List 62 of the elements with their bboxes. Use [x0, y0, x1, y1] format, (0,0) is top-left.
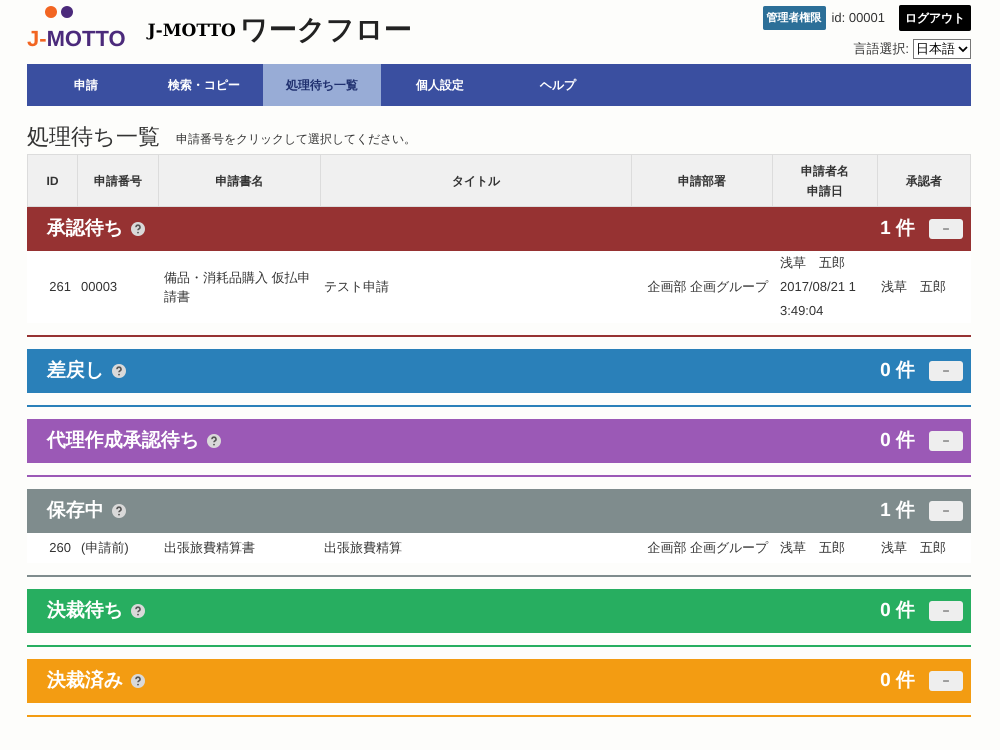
collapse-button[interactable]: − [929, 501, 963, 521]
collapse-button[interactable]: − [929, 671, 963, 691]
help-icon[interactable] [131, 604, 145, 618]
column-header: 申請番号 [94, 172, 142, 190]
nav-tab[interactable]: ヘルプ [499, 64, 617, 106]
table-cell: 出張旅費精算 [324, 540, 402, 556]
help-icon[interactable] [131, 222, 145, 236]
table-cell: テスト申請 [324, 279, 389, 294]
page-hint: 申請番号をクリックして選択してください。 [176, 131, 416, 148]
nav-tab[interactable]: 申請 [27, 64, 145, 106]
table-cell: 浅草 五郎 [881, 540, 946, 556]
help-icon[interactable] [131, 674, 145, 688]
user-id: id: 00001 [832, 9, 885, 28]
section-title: 決裁待ち [47, 598, 123, 623]
section-title: 決裁済み [47, 668, 123, 693]
section-title: 差戻し [47, 358, 104, 383]
column-header: タイトル [452, 172, 500, 190]
section-count: 0 件 [880, 668, 915, 693]
table-cell[interactable]: (申請前) [81, 540, 129, 556]
collapse-button[interactable]: − [929, 361, 963, 381]
help-icon[interactable] [207, 434, 221, 448]
collapse-button[interactable]: − [929, 219, 963, 239]
section-count: 0 件 [880, 428, 915, 453]
help-icon[interactable] [112, 364, 126, 378]
section-count: 0 件 [880, 598, 915, 623]
table-cell-text: 2017/08/21 13:49:04 [780, 278, 857, 320]
column-header: 承認者 [906, 172, 942, 190]
language-label: 言語選択: [853, 40, 909, 58]
nav-tab[interactable]: 検索・コピー [145, 64, 263, 106]
logo: J-MOTTO [27, 6, 126, 50]
table-cell-text: 企画部 企画グループ [647, 539, 768, 558]
section-count: 1 件 [880, 216, 915, 241]
page-title: 処理待ち一覧 [27, 126, 160, 148]
app-brand: J-MOTTO [148, 20, 236, 42]
table-cell: 備品・消耗品購入 仮払申請書 [164, 270, 311, 304]
chevron-down-icon [958, 45, 968, 53]
section-title: 代理作成承認待ち [47, 428, 199, 453]
admin-badge: 管理者権限 [762, 6, 826, 30]
section-title: 承認待ち [47, 216, 123, 241]
app-title: ワークフロー [240, 16, 412, 44]
column-header: 申請書名 [216, 172, 264, 190]
table-cell: 出張旅費精算書 [164, 540, 255, 556]
table-cell-text: 企画部 企画グループ [647, 278, 768, 296]
section-count: 0 件 [880, 358, 915, 383]
logout-button[interactable]: ログアウト [899, 5, 971, 31]
column-header: ID [46, 172, 58, 190]
section-count: 1 件 [880, 498, 915, 523]
nav-tab[interactable]: 処理待ち一覧 [263, 64, 381, 106]
column-header: 申請部署 [678, 172, 726, 190]
table-cell: 浅草 五郎 [881, 279, 946, 294]
help-icon[interactable] [112, 504, 126, 518]
table-cell-text: 浅草 五郎 [780, 539, 846, 557]
collapse-button[interactable]: − [929, 601, 963, 621]
collapse-button[interactable]: − [929, 431, 963, 451]
section-title: 保存中 [47, 498, 104, 523]
nav-tab[interactable]: 個人設定 [381, 64, 499, 106]
table-cell: 260 [49, 540, 71, 556]
language-select[interactable]: 日本語 [913, 39, 971, 59]
table-cell-text: 浅草 五郎 [780, 254, 846, 272]
table-cell[interactable]: 00003 [81, 279, 118, 294]
table-cell: 261 [49, 279, 71, 294]
column-header: 申請者名 申請日 [801, 162, 849, 200]
